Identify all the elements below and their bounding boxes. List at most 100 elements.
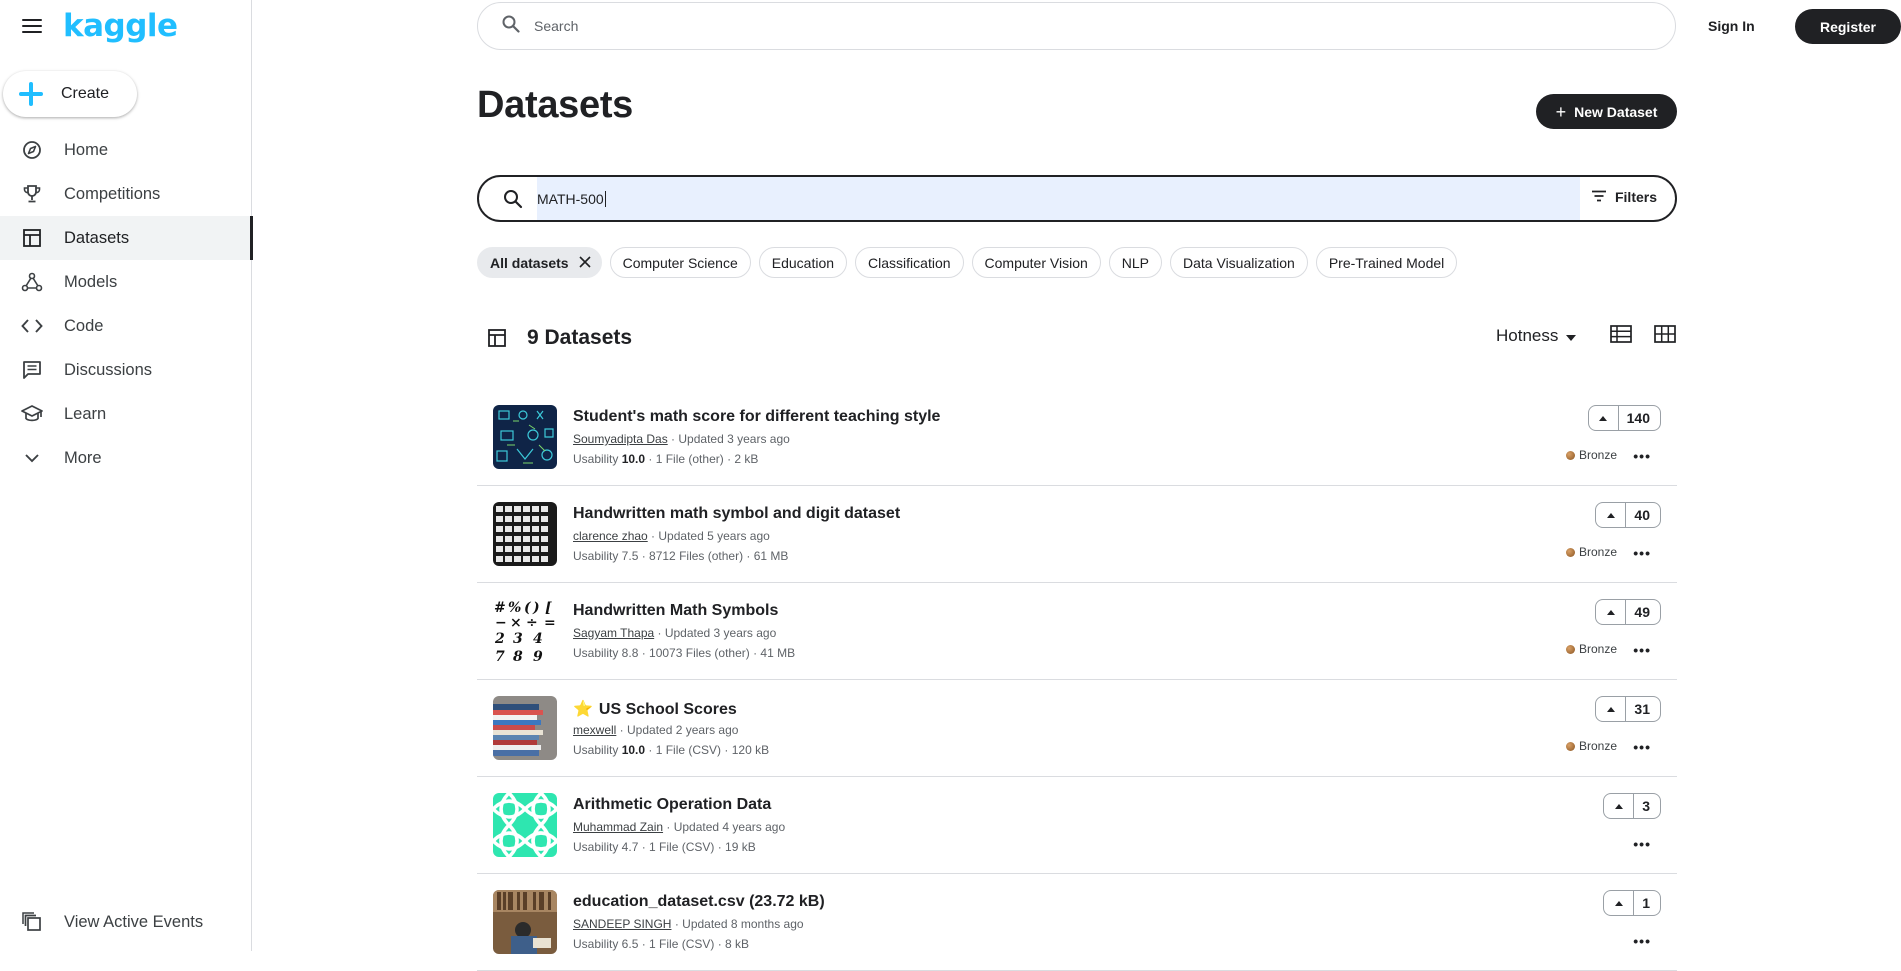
- view-active-events-link[interactable]: View Active Events: [0, 900, 252, 944]
- compass-icon: [21, 139, 43, 161]
- dataset-row[interactable]: Student's math score for different teach…: [477, 389, 1677, 486]
- upvote-button[interactable]: 31: [1595, 696, 1661, 722]
- chip-nlp[interactable]: NLP: [1108, 247, 1163, 278]
- create-button[interactable]: Create: [3, 71, 137, 117]
- global-search-input[interactable]: Search: [477, 2, 1676, 50]
- search-query-text: MATH-500: [537, 190, 604, 207]
- upvote-arrow-icon: [1604, 891, 1635, 915]
- dataset-author[interactable]: Soumyadipta Das: [573, 432, 668, 446]
- dataset-author[interactable]: mexwell: [573, 723, 616, 737]
- upvote-button[interactable]: 49: [1595, 599, 1661, 625]
- dataset-row[interactable]: Arithmetic Operation Data Muhammad Zain …: [477, 777, 1677, 874]
- dataset-title[interactable]: ⭐ US School Scores: [573, 699, 737, 719]
- dataset-thumbnail: [493, 696, 557, 760]
- dataset-title[interactable]: Student's math score for different teach…: [573, 408, 940, 426]
- dataset-title[interactable]: Handwritten Math Symbols: [573, 602, 778, 620]
- usability-score: 10.0: [621, 743, 646, 757]
- dataset-author[interactable]: Muhammad Zain: [573, 820, 663, 834]
- dataset-details: · 1 File (CSV) · 19 kB: [638, 840, 756, 854]
- sidebar-item-label: More: [64, 448, 102, 467]
- dataset-title[interactable]: Handwritten math symbol and digit datase…: [573, 505, 900, 523]
- dataset-usability: Usability 6.5 · 1 File (CSV) · 8 kB: [573, 937, 749, 951]
- chip-classification[interactable]: Classification: [855, 247, 964, 278]
- upvote-button[interactable]: 3: [1603, 793, 1661, 819]
- chip-computer-science[interactable]: Computer Science: [609, 247, 751, 278]
- new-dataset-button[interactable]: + New Dataset: [1536, 94, 1677, 129]
- more-options-button[interactable]: •••: [1633, 837, 1651, 851]
- sidebar-item-competitions[interactable]: Competitions: [0, 172, 252, 216]
- hamburger-menu-icon[interactable]: [20, 14, 44, 38]
- more-options-button[interactable]: •••: [1633, 740, 1651, 754]
- list-view-toggle[interactable]: [1610, 325, 1636, 351]
- dataset-title[interactable]: Arithmetic Operation Data: [573, 796, 771, 814]
- star-emoji-icon: ⭐: [573, 701, 593, 718]
- more-options-button[interactable]: •••: [1633, 934, 1651, 948]
- dataset-author[interactable]: SANDEEP SINGH: [573, 917, 671, 931]
- dataset-details: · 8712 Files (other) · 61 MB: [638, 549, 789, 563]
- upvote-button[interactable]: 140: [1587, 405, 1661, 431]
- dataset-title-text: US School Scores: [598, 701, 737, 718]
- grid-view-icon: [1654, 325, 1676, 347]
- dataset-title[interactable]: education_dataset.csv (23.72 kB): [573, 893, 825, 911]
- trophy-icon: [21, 183, 43, 205]
- dataset-search-value[interactable]: MATH-500: [537, 177, 1580, 220]
- chip-pre-trained-model[interactable]: Pre-Trained Model: [1315, 247, 1458, 278]
- medal-badge: Bronze: [1565, 642, 1617, 656]
- chip-computer-vision[interactable]: Computer Vision: [971, 247, 1101, 278]
- sidebar-item-home[interactable]: Home: [0, 128, 252, 172]
- svg-text:÷: ÷: [526, 615, 538, 631]
- chip-all-datasets[interactable]: All datasets: [477, 247, 602, 278]
- dataset-meta: Muhammad Zain · Updated 4 years ago: [573, 820, 785, 834]
- grid-view-toggle[interactable]: [1654, 325, 1680, 351]
- upvote-button[interactable]: 40: [1595, 502, 1661, 528]
- register-button[interactable]: Register: [1795, 9, 1901, 44]
- usability-label: Usability 4.7: [573, 840, 639, 854]
- sidebar-item-more[interactable]: More: [0, 436, 252, 480]
- chip-education[interactable]: Education: [758, 247, 848, 278]
- more-options-button[interactable]: •••: [1633, 546, 1651, 560]
- sort-label: Hotness: [1496, 326, 1559, 345]
- bronze-medal-icon: [1565, 741, 1575, 751]
- dataset-meta: Sagyam Thapa · Updated 3 years ago: [573, 626, 776, 640]
- medal-badge: Bronze: [1565, 545, 1617, 559]
- dataset-row[interactable]: Handwritten math symbol and digit datase…: [477, 486, 1677, 583]
- dataset-meta: mexwell · Updated 2 years ago: [573, 723, 738, 737]
- vote-count: 40: [1634, 507, 1650, 523]
- table-icon: [21, 227, 43, 249]
- dataset-thumbnail: [493, 502, 557, 566]
- dataset-row[interactable]: education_dataset.csv (23.72 kB) SANDEEP…: [477, 874, 1677, 971]
- more-options-button[interactable]: •••: [1633, 643, 1651, 657]
- sidebar-item-discussions[interactable]: Discussions: [0, 348, 252, 392]
- svg-text:8: 8: [513, 649, 523, 663]
- chip-data-visualization[interactable]: Data Visualization: [1170, 247, 1308, 278]
- kaggle-logo[interactable]: kaggle: [63, 8, 178, 44]
- events-icon: [21, 911, 43, 933]
- sidebar-item-code[interactable]: Code: [0, 304, 252, 348]
- svg-text:[: [: [545, 600, 552, 616]
- dataset-details: · 1 File (other) · 2 kB: [645, 452, 759, 466]
- more-options-button[interactable]: •••: [1633, 449, 1651, 463]
- dataset-author[interactable]: Sagyam Thapa: [573, 626, 654, 640]
- sidebar-item-datasets[interactable]: Datasets: [0, 216, 253, 260]
- dataset-details: · 1 File (CSV) · 120 kB: [645, 743, 770, 757]
- models-icon: [21, 271, 43, 293]
- usability-label: Usability 8.8: [573, 646, 639, 660]
- sidebar-item-models[interactable]: Models: [0, 260, 252, 304]
- dataset-meta: SANDEEP SINGH · Updated 8 months ago: [573, 917, 804, 931]
- dataset-row[interactable]: ⭐ US School Scores mexwell · Updated 2 ye…: [477, 680, 1677, 777]
- page-title: Datasets: [477, 84, 634, 126]
- sign-in-button[interactable]: Sign In: [1696, 12, 1767, 40]
- dataset-updated: · Updated 4 years ago: [663, 820, 786, 834]
- close-icon[interactable]: [579, 255, 591, 271]
- filters-button[interactable]: Filters: [1591, 189, 1657, 205]
- bronze-medal-icon: [1565, 547, 1575, 557]
- dataset-details: · 1 File (CSV) · 8 kB: [638, 937, 750, 951]
- svg-text:−: −: [495, 615, 507, 631]
- svg-text:×: ×: [510, 615, 522, 631]
- dataset-author[interactable]: clarence zhao: [573, 529, 648, 543]
- dataset-search-input[interactable]: MATH-500 Filters: [477, 175, 1677, 222]
- upvote-button[interactable]: 1: [1603, 890, 1661, 916]
- sidebar-item-learn[interactable]: Learn: [0, 392, 252, 436]
- sort-dropdown[interactable]: Hotness: [1496, 326, 1577, 346]
- dataset-row[interactable]: #%()[− × ÷ = 2 3 4 7 8 9 Handwritten Math Symbols…: [477, 583, 1677, 680]
